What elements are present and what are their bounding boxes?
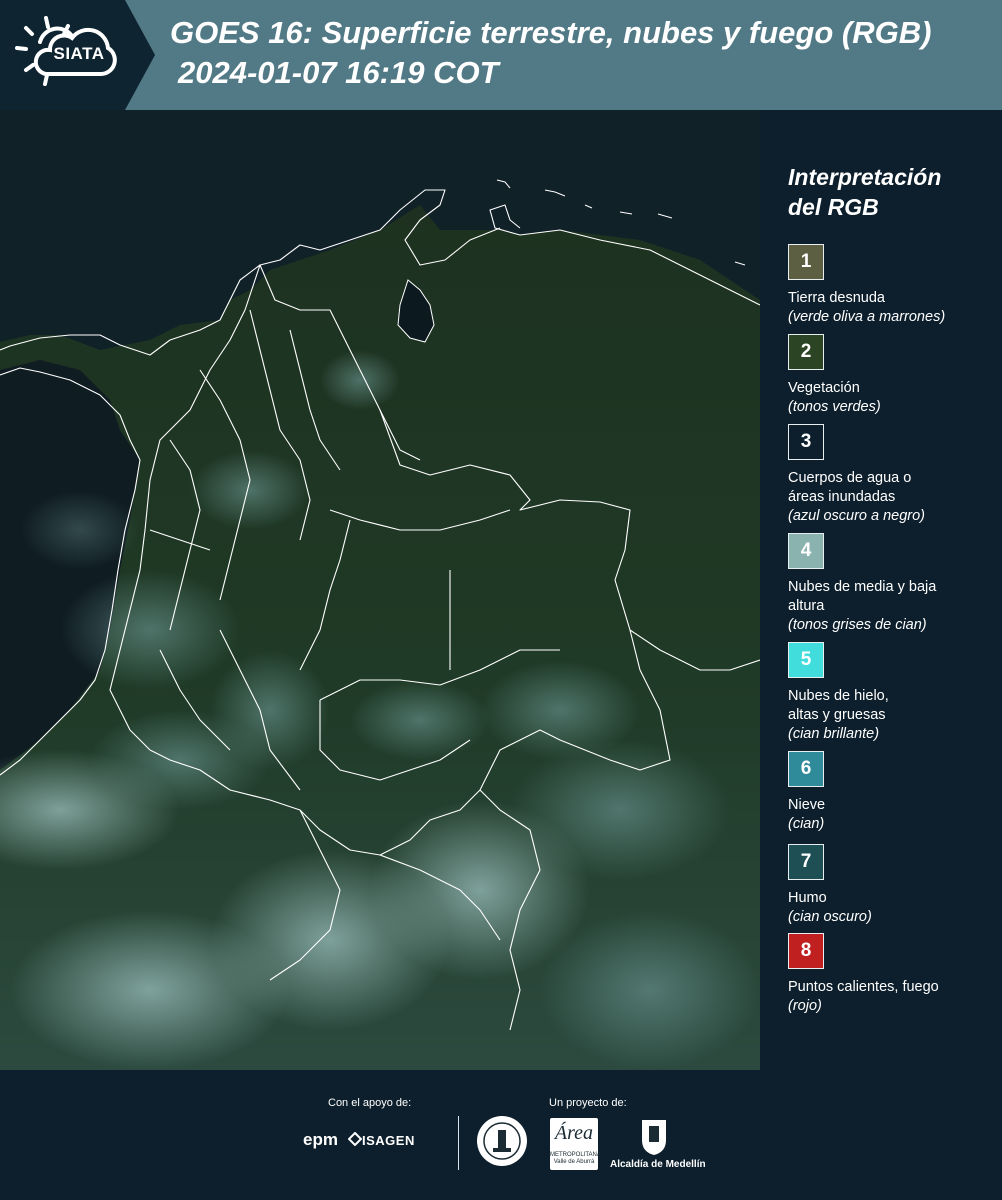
project-caption: Un proyecto de: [549, 1097, 627, 1109]
isagen-logo: ISAGEN [362, 1133, 415, 1148]
legend-item-nubes-media: 4 Nubes de media y baja altura (tonos gr… [788, 533, 998, 635]
legend-item-humo: 7 Humo (cian oscuro) [788, 844, 998, 927]
legend-sub: (cian oscuro) [788, 909, 872, 925]
legend-swatch: 4 [788, 533, 824, 569]
legend-swatch: 6 [788, 751, 824, 787]
legend-sub: (tonos grises de cian) [788, 617, 927, 633]
medellin-shield-icon [642, 1120, 666, 1155]
area-logo-text: Área [554, 1122, 594, 1144]
legend-title-line1: Interpretación [788, 164, 942, 190]
page-title: GOES 16: Superficie terrestre, nubes y f… [170, 15, 932, 50]
epm-logo: epm [303, 1130, 338, 1149]
legend-label: Puntos calientes, fuego [788, 979, 939, 995]
legend-sub: (tonos verdes) [788, 399, 881, 415]
legend-label: Tierra desnuda [788, 290, 885, 306]
legend-swatch: 8 [788, 933, 824, 969]
siata-logo: SIATA [0, 0, 155, 110]
isagen-logo-icon [348, 1132, 362, 1146]
legend-swatch: 7 [788, 844, 824, 880]
legend-sub: (azul oscuro a negro) [788, 508, 926, 524]
satellite-map [0, 110, 760, 1070]
legend-sub: (rojo) [788, 998, 822, 1014]
legend-swatch: 3 [788, 424, 824, 460]
legend-item-nieve: 6 Nieve (cian) [788, 751, 998, 834]
area-metropolitana-logo: Área METROPOLITANA Valle de Aburrá [550, 1118, 601, 1170]
footer-divider [458, 1116, 459, 1170]
legend-sub: (cian) [788, 816, 825, 832]
legend-title: Interpretación del RGB [788, 162, 998, 222]
seal-icon [477, 1116, 527, 1166]
legend-panel: Interpretación del RGB 1 Tierra desnuda … [762, 110, 1002, 1070]
support-caption: Con el apoyo de: [328, 1097, 412, 1109]
footer: Con el apoyo de: Un proyecto de: epm ISA… [0, 1070, 1002, 1200]
legend-sub: (cian brillante) [788, 726, 880, 742]
alcaldia-text: Alcaldía de Medellín [610, 1159, 706, 1170]
legend-label: Nieve [788, 797, 826, 813]
legend-swatch: 5 [788, 642, 824, 678]
legend-title-line2: del RGB [788, 194, 879, 220]
legend-item-cuerpos-de-agua: 3 Cuerpos de agua o áreas inundadas (azu… [788, 424, 998, 526]
legend-label: Cuerpos de agua o áreas inundadas [788, 470, 912, 505]
legend-sub: (verde oliva a marrones) [788, 309, 946, 325]
legend-item-vegetacion: 2 Vegetación (tonos verdes) [788, 334, 998, 417]
legend-swatch: 2 [788, 334, 824, 370]
legend-item-fuego: 8 Puntos calientes, fuego (rojo) [788, 933, 998, 1016]
logo-text: SIATA [53, 44, 105, 63]
legend-item-nubes-hielo: 5 Nubes de hielo, altas y gruesas (cian … [788, 642, 998, 744]
legend-swatch: 1 [788, 244, 824, 280]
legend-label: Vegetación [788, 380, 860, 396]
legend-item-tierra-desnuda: 1 Tierra desnuda (verde oliva a marrones… [788, 244, 998, 327]
legend-label: Nubes de hielo, altas y gruesas [788, 688, 889, 723]
header: SIATA GOES 16: Superficie terrestre, nub… [0, 0, 1002, 110]
legend-label: Humo [788, 890, 827, 906]
area-logo-sub: METROPOLITANA Valle de Aburrá [550, 1152, 601, 1165]
timestamp: 2024-01-07 16:19 COT [178, 55, 499, 90]
legend-label: Nubes de media y baja altura [788, 579, 937, 614]
satellite-image [0, 110, 760, 1070]
